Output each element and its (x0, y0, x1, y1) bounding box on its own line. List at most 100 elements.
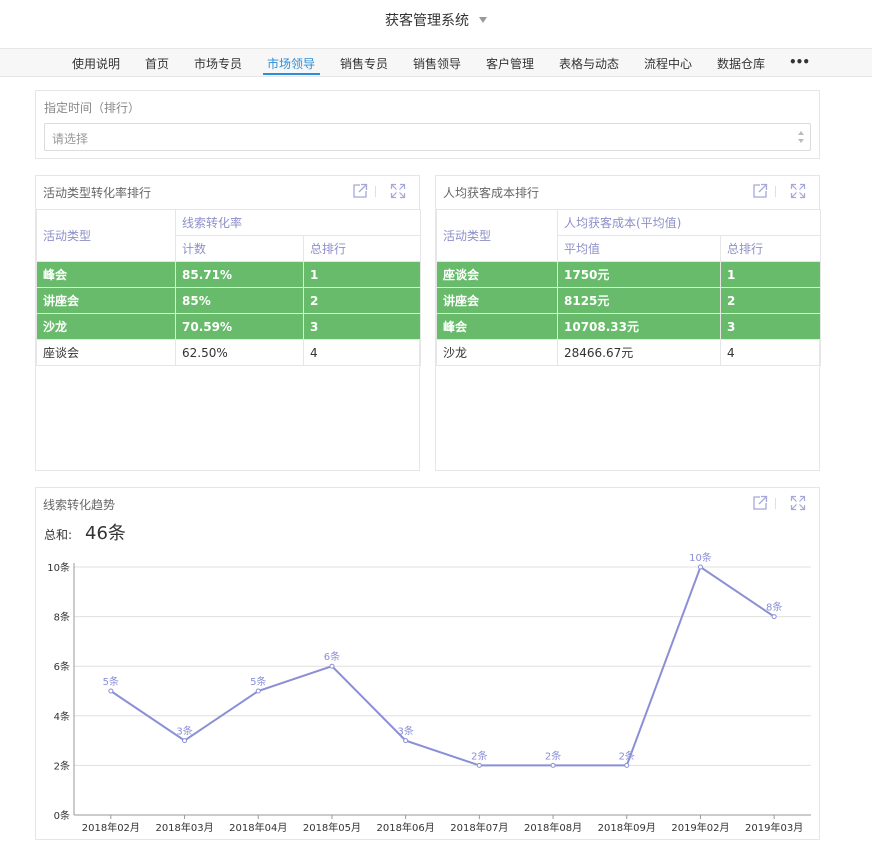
group-header: 人均获客成本(平均值) (557, 209, 821, 236)
x-tick-label: 2018年03月 (155, 821, 213, 834)
data-label: 6条 (324, 650, 340, 663)
cell-rank: 4 (302, 339, 422, 366)
cell-value: 8125元 (557, 287, 721, 314)
data-label: 10条 (689, 551, 712, 564)
caret-down-icon (479, 17, 487, 23)
data-point (182, 738, 188, 744)
x-tick-label: 2019年02月 (671, 821, 729, 834)
x-tick-label: 2018年07月 (450, 821, 508, 834)
trend-line-chart: 0条 2条 4条 6条 8条 10条 2018年02月 2018年03月 2018年04月 201… (47, 551, 811, 834)
nav-item-customer-management[interactable]: 客户管理 (486, 55, 534, 72)
nav-item-sales-specialist[interactable]: 销售专员 (340, 55, 388, 72)
filter-panel: 指定时间（排行） 请选择 (35, 90, 820, 159)
main-nav: 使用说明 首页 市场专员 市场领导 销售专员 销售领导 客户管理 表格与动态 流… (0, 48, 872, 77)
x-tick-label: 2018年08月 (524, 821, 582, 834)
group-header: 线索转化率 (174, 209, 422, 236)
external-link-icon[interactable] (352, 183, 368, 199)
data-label: 2条 (471, 749, 487, 762)
data-point (255, 688, 261, 694)
activity-rank-table: 活动类型 线索转化率 计数 总排行 峰会 85.71% 1 讲座会 85% 2 … (36, 209, 422, 366)
cell-rank: 1 (302, 261, 422, 288)
cell-value: 10708.33元 (557, 313, 721, 340)
cell-rank: 1 (720, 261, 821, 288)
data-point (108, 688, 114, 694)
select-spinner-icon (798, 131, 804, 143)
cell-value: 70.59% (175, 313, 304, 340)
cell-rank: 3 (302, 313, 422, 340)
nav-active-indicator (263, 73, 320, 75)
data-label: 5条 (250, 675, 266, 688)
nav-item-process-center[interactable]: 流程中心 (644, 55, 692, 72)
table-row: 讲座会 85% 2 (36, 287, 422, 314)
app-title-text: 获客管理系统 (385, 13, 469, 29)
nav-item-sales-leader[interactable]: 销售领导 (413, 55, 461, 72)
cell-value: 62.50% (175, 339, 304, 366)
data-point (624, 762, 630, 768)
cell-type: 峰会 (36, 261, 176, 288)
cell-rank: 4 (720, 339, 821, 366)
panel-tools (752, 183, 812, 199)
activity-rank-panel: 活动类型转化率排行 活动类型 线索转化率 计数 总排行 峰会 85.71% 1 … (35, 175, 422, 471)
cell-type: 讲座会 (36, 287, 176, 314)
data-point (403, 738, 409, 744)
time-select[interactable]: 请选择 (44, 123, 811, 151)
external-link-icon[interactable] (752, 183, 768, 199)
nav-item-tables-activity[interactable]: 表格与动态 (559, 55, 619, 72)
filter-label: 指定时间（排行） (44, 101, 141, 115)
data-point (697, 564, 703, 570)
data-point (476, 762, 482, 768)
tool-divider (375, 186, 376, 197)
nav-item-market-specialist[interactable]: 市场专员 (194, 55, 242, 72)
col-header-type: 活动类型 (436, 209, 558, 262)
nav-more-button[interactable]: ••• (789, 55, 810, 69)
data-label: 3条 (397, 725, 413, 738)
y-tick-label: 6条 (54, 660, 70, 673)
cell-type: 座谈会 (36, 339, 176, 366)
app-title-dropdown[interactable]: 获客管理系统 (0, 10, 872, 30)
table-row: 峰会 10708.33元 3 (436, 313, 821, 340)
y-tick-label: 2条 (54, 759, 70, 772)
cell-value: 85% (175, 287, 304, 314)
nav-item-market-leader[interactable]: 市场领导 (267, 55, 315, 72)
table-row: 峰会 85.71% 1 (36, 261, 422, 288)
nav-item-usage[interactable]: 使用说明 (72, 55, 120, 72)
cost-rank-panel: 人均获客成本排行 活动类型 人均获客成本(平均值) 平均值 总排行 座谈会 17… (435, 175, 821, 471)
cost-rank-table: 活动类型 人均获客成本(平均值) 平均值 总排行 座谈会 1750元 1 讲座会… (436, 209, 821, 366)
col-header-avg: 平均值 (557, 235, 721, 262)
data-point (329, 663, 335, 669)
x-tick-label: 2018年02月 (82, 821, 140, 834)
cell-rank: 3 (720, 313, 821, 340)
data-label: 5条 (103, 675, 119, 688)
cell-value: 1750元 (557, 261, 721, 288)
nav-item-data-warehouse[interactable]: 数据仓库 (717, 55, 765, 72)
panel-title: 人均获客成本排行 (443, 186, 540, 200)
trend-panel: 线索转化趋势 总和: 46条 0条 2条 4条 6条 8条 10条 2018年02月 2018… (35, 487, 820, 840)
table-row: 座谈会 1750元 1 (436, 261, 821, 288)
expand-icon[interactable] (390, 183, 406, 199)
y-tick-label: 10条 (47, 561, 70, 574)
y-tick-label: 8条 (54, 611, 70, 624)
expand-icon[interactable] (790, 183, 806, 199)
panel-tools (352, 183, 412, 199)
table-row: 沙龙 28466.67元 4 (436, 339, 821, 366)
cell-type: 座谈会 (436, 261, 558, 288)
data-label: 8条 (766, 601, 782, 614)
x-tick-label: 2018年06月 (377, 821, 435, 834)
data-point (550, 762, 556, 768)
cell-type: 峰会 (436, 313, 558, 340)
col-header-rank: 总排行 (720, 235, 821, 262)
data-label: 3条 (176, 725, 192, 738)
nav-item-home[interactable]: 首页 (145, 55, 169, 72)
cell-value: 85.71% (175, 261, 304, 288)
table-row: 座谈会 62.50% 4 (36, 339, 422, 366)
data-label: 2条 (619, 749, 635, 762)
col-header-count: 计数 (175, 235, 304, 262)
col-header-rank: 总排行 (302, 235, 422, 262)
cell-type: 讲座会 (436, 287, 558, 314)
x-tick-label: 2018年04月 (229, 821, 287, 834)
cell-type: 沙龙 (36, 313, 176, 340)
cell-value: 28466.67元 (557, 339, 721, 366)
col-header-type: 活动类型 (36, 209, 176, 262)
time-select-placeholder: 请选择 (52, 132, 89, 146)
y-tick-label: 4条 (54, 710, 70, 723)
